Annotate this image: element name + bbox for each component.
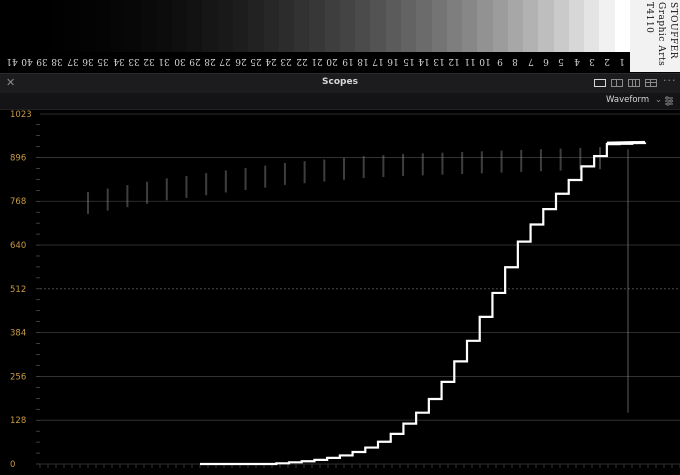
y-tick-label: 1023: [10, 110, 32, 120]
step-wedge-image: 41 40 39 38 37 36 35 34 33 32 31 30 29 28 27 26 25 24 23 22…: [0, 0, 680, 72]
scope-axis-labels: 1023 896 768 640 512 384 256 128 0: [10, 110, 32, 470]
step-patch: [400, 0, 418, 52]
panel-title: Scopes: [322, 77, 358, 87]
step-patch: [294, 0, 311, 52]
step-patch: [416, 0, 433, 52]
step-patch: [431, 0, 448, 52]
step-patch: [217, 0, 235, 52]
step-patch: [202, 0, 219, 52]
scope-type-label: Waveform: [606, 95, 650, 105]
stouffer-label: STOUFFER Graphic Arts T4110: [630, 0, 680, 72]
y-tick-label: 640: [10, 241, 26, 251]
scope-type-dropdown[interactable]: Waveform ⌄: [606, 95, 662, 105]
step-patch: [584, 0, 601, 52]
y-tick-label: 896: [10, 153, 26, 163]
step-patch: [462, 0, 479, 52]
step-patch: [126, 0, 143, 52]
y-tick-label: 0: [10, 460, 15, 470]
scopes-panel-header: ✕ Scopes ···: [0, 73, 680, 93]
step-patch: [339, 0, 357, 52]
step-patch: [4, 0, 21, 52]
step-patch: [492, 0, 509, 52]
scope-toolbar: Waveform ⌄: [0, 93, 680, 110]
y-tick-label: 512: [10, 285, 26, 295]
waveform-series-line: [200, 141, 647, 466]
waveform-scope: 1023 896 768 640 512 384 256 128 0: [10, 110, 680, 470]
step-patch: [263, 0, 280, 52]
step-patch: [110, 0, 128, 52]
step-patch: [156, 0, 173, 52]
step-patch: [278, 0, 296, 52]
waveform-trace: [200, 140, 647, 466]
step-patch: [523, 0, 540, 52]
step-patch: [477, 0, 494, 52]
triple-view-icon[interactable]: [628, 79, 640, 87]
step-patch: [309, 0, 326, 52]
step-patch: [355, 0, 372, 52]
y-tick-label: 384: [10, 329, 26, 339]
step-patch: [446, 0, 464, 52]
step-patch: [65, 0, 82, 52]
y-tick-label: 128: [10, 416, 26, 426]
step-patch: [19, 0, 36, 52]
step-patch: [95, 0, 112, 52]
quad-view-icon[interactable]: [645, 79, 657, 87]
step-patch: [49, 0, 67, 52]
step-patch: [324, 0, 341, 52]
brand-name: STOUFFER: [668, 2, 678, 59]
step-patch: [187, 0, 204, 52]
y-tick-label: 256: [10, 372, 26, 382]
chevron-down-icon: ⌄: [654, 95, 662, 105]
step-patch: [370, 0, 387, 52]
step-patch: [171, 0, 189, 52]
brand-model: T4110: [644, 2, 654, 34]
waveform-plateau: [606, 140, 646, 145]
step-patch: [507, 0, 525, 52]
step-patch: [141, 0, 158, 52]
brand-subtitle: Graphic Arts: [656, 2, 666, 67]
dual-view-icon[interactable]: [611, 79, 623, 87]
step-patch: [568, 0, 586, 52]
single-view-icon[interactable]: [594, 79, 606, 87]
step-patch: [233, 0, 250, 52]
step-patch: [385, 0, 402, 52]
step-patch: [80, 0, 97, 52]
step-patch: [34, 0, 51, 52]
more-options-icon[interactable]: ···: [663, 74, 677, 87]
settings-sliders-icon[interactable]: [664, 96, 674, 106]
step-patch: [538, 0, 555, 52]
step-patch: [614, 0, 631, 52]
step-patch: [248, 0, 265, 52]
y-tick-label: 768: [10, 197, 26, 207]
step-patch: [599, 0, 616, 52]
step-patch: [553, 0, 570, 52]
